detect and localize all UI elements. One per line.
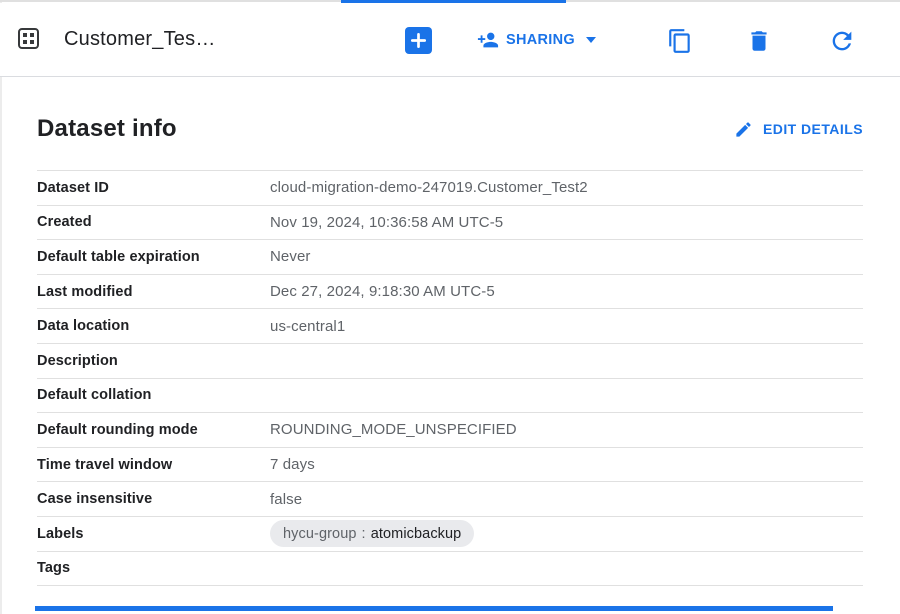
dataset-toolbar: Customer_Tes… SHARING bbox=[0, 3, 900, 77]
table-row: Default collation bbox=[37, 379, 863, 414]
table-row: Dataset ID cloud-migration-demo-247019.C… bbox=[37, 171, 863, 206]
table-row: Labels hycu-group: atomicbackup bbox=[37, 517, 863, 552]
add-button[interactable] bbox=[405, 27, 432, 54]
row-label: Labels bbox=[37, 526, 270, 542]
row-value: cloud-migration-demo-247019.Customer_Tes… bbox=[270, 179, 588, 196]
sharing-label: SHARING bbox=[506, 32, 575, 48]
row-value: Nov 19, 2024, 10:36:58 AM UTC-5 bbox=[270, 214, 503, 231]
chip-sep: : bbox=[362, 526, 366, 542]
row-value: us-central1 bbox=[270, 318, 345, 335]
label-chip: hycu-group: atomicbackup bbox=[270, 520, 474, 547]
table-row: Default rounding mode ROUNDING_MODE_UNSP… bbox=[37, 413, 863, 448]
row-label: Data location bbox=[37, 318, 270, 334]
row-label: Default table expiration bbox=[37, 249, 270, 265]
row-value: hycu-group: atomicbackup bbox=[270, 520, 474, 547]
row-value: false bbox=[270, 491, 302, 508]
page-header: Dataset info EDIT DETAILS bbox=[37, 107, 863, 151]
chip-val: atomicbackup bbox=[371, 526, 462, 542]
row-label: Default rounding mode bbox=[37, 422, 270, 438]
page-title: Dataset info bbox=[37, 115, 177, 143]
panel-left-border bbox=[0, 2, 2, 614]
table-row: Data location us-central1 bbox=[37, 309, 863, 344]
edit-details-label: EDIT DETAILS bbox=[763, 121, 863, 137]
person-add-icon bbox=[477, 29, 499, 51]
chip-key: hycu-group bbox=[283, 526, 357, 542]
edit-details-button[interactable]: EDIT DETAILS bbox=[734, 120, 863, 139]
table-row: Default table expiration Never bbox=[37, 240, 863, 275]
table-row: Description bbox=[37, 344, 863, 379]
row-label: Time travel window bbox=[37, 457, 270, 473]
row-value: 7 days bbox=[270, 456, 315, 473]
sharing-dropdown-button[interactable]: SHARING bbox=[477, 26, 596, 54]
table-row: Tags bbox=[37, 552, 863, 587]
table-row: Case insensitive false bbox=[37, 482, 863, 517]
trash-icon bbox=[746, 28, 772, 54]
copy-button[interactable] bbox=[667, 28, 693, 54]
table-row: Last modified Dec 27, 2024, 9:18:30 AM U… bbox=[37, 275, 863, 310]
row-label: Default collation bbox=[37, 387, 270, 403]
row-value: Dec 27, 2024, 9:18:30 AM UTC-5 bbox=[270, 283, 495, 300]
refresh-icon bbox=[828, 27, 856, 55]
dataset-icon bbox=[18, 28, 39, 49]
row-label: Tags bbox=[37, 560, 270, 576]
row-label: Case insensitive bbox=[37, 491, 270, 507]
row-value: ROUNDING_MODE_UNSPECIFIED bbox=[270, 421, 517, 438]
delete-button[interactable] bbox=[746, 28, 772, 54]
plus-icon bbox=[409, 31, 428, 50]
dataset-info-table: Dataset ID cloud-migration-demo-247019.C… bbox=[37, 170, 863, 586]
panel-splitter-handle[interactable] bbox=[35, 606, 833, 611]
row-label: Dataset ID bbox=[37, 180, 270, 196]
pencil-icon bbox=[734, 120, 753, 139]
row-label: Created bbox=[37, 214, 270, 230]
table-row: Created Nov 19, 2024, 10:36:58 AM UTC-5 bbox=[37, 206, 863, 241]
table-row: Time travel window 7 days bbox=[37, 448, 863, 483]
caret-down-icon bbox=[586, 37, 596, 43]
row-label: Description bbox=[37, 353, 270, 369]
copy-icon bbox=[667, 28, 693, 54]
refresh-button[interactable] bbox=[828, 27, 856, 55]
row-value: Never bbox=[270, 248, 311, 265]
row-label: Last modified bbox=[37, 284, 270, 300]
dataset-title: Customer_Tes… bbox=[64, 3, 216, 76]
